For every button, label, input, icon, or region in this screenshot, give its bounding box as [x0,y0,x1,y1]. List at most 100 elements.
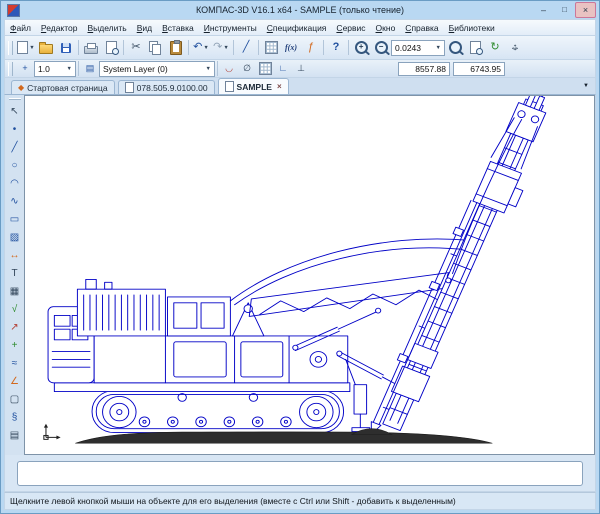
tool-reports-button[interactable]: ▤ [5,427,24,445]
zoom-fit-icon [470,41,481,54]
tool-editing-button[interactable]: + [5,337,24,355]
hatch-icon: ▨ [10,233,19,243]
local-cs-button[interactable]: ∟ [274,60,292,77]
cut-button[interactable]: ✂ [126,38,146,58]
coord-x-value: 8557.88 [415,64,446,74]
menu-item-editor[interactable]: Редактор [36,22,83,34]
menu-item-insert[interactable]: Вставка [157,22,199,34]
cursor-step-icon: + [22,64,27,73]
parametrization-icon: ≈ [12,359,18,369]
menu-item-view[interactable]: Вид [132,22,157,34]
tool-dimensions-button[interactable]: ↔ [5,247,24,265]
tool-point-button[interactable]: • [5,121,24,139]
editing-icon: + [12,341,18,351]
tab-start-page[interactable]: ◆Стартовая страница [11,80,115,94]
tool-text-button[interactable]: T [5,265,24,283]
tab-drawing-078[interactable]: 078.505.9.0100.00 [118,80,215,94]
open-button[interactable] [36,38,56,58]
toolbar-grip[interactable] [8,62,13,76]
coord-x-field[interactable]: 8557.88 [398,62,450,76]
zoom-selected-button[interactable] [445,38,465,58]
paste-button[interactable] [166,38,186,58]
tool-circle-button[interactable]: ○ [5,157,24,175]
tab-sample[interactable]: SAMPLE× [218,78,289,94]
menu-item-file[interactable]: Файл [5,22,36,34]
zoom-out-button[interactable]: − [371,38,391,58]
no-snap-icon: ∅ [243,64,251,73]
grid-snap-button[interactable] [256,60,274,77]
copy-button[interactable] [146,38,166,58]
grid-icon [265,41,278,54]
menu-item-specification[interactable]: Спецификация [262,22,332,34]
drawing-canvas[interactable] [24,95,595,455]
zoom-in-button[interactable]: + [351,38,371,58]
tool-hatch-button[interactable]: ▨ [5,229,24,247]
refresh-button[interactable]: ↻ [485,38,505,58]
tool-line-button[interactable]: ╱ [5,139,24,157]
tool-measure-button[interactable]: ∠ [5,373,24,391]
layer-combo[interactable]: System Layer (0)▼ [99,61,215,77]
ortho-button[interactable]: ⊥ [292,60,310,77]
separator [348,40,349,55]
property-input[interactable] [17,461,583,486]
layers-manage-button[interactable]: ▤ [81,60,99,77]
new-document-button[interactable]: ▼ [16,38,36,58]
tool-specification-button[interactable]: § [5,409,24,427]
menu-item-service[interactable]: Сервис [331,22,370,34]
separator [217,61,218,76]
text-icon: T [11,269,17,279]
save-button[interactable] [56,38,76,58]
redo-button[interactable]: ↷▼ [211,38,231,58]
tool-designations-button[interactable]: ↗ [5,319,24,337]
tool-spline-button[interactable]: ∿ [5,193,24,211]
designation-icon: ↗ [10,323,18,333]
document-icon [225,81,234,92]
menu-item-libraries[interactable]: Библиотеки [444,22,500,34]
print-preview-button[interactable] [101,38,121,58]
pan-button[interactable] [505,38,525,58]
menu-item-tools[interactable]: Инструменты [199,22,262,34]
minimize-button[interactable]: – [533,2,554,18]
tool-rectangle-button[interactable]: ▭ [5,211,24,229]
tab-close-icon[interactable]: × [277,82,282,91]
tool-parametrization-button[interactable]: ≈ [5,355,24,373]
property-bar [4,455,596,492]
cut-icon: ✂ [131,42,140,53]
snaps-disable-button[interactable]: ∅ [238,60,256,77]
menu-item-help[interactable]: Справка [400,22,443,34]
tool-selection-frame-button[interactable]: ▢ [5,391,24,409]
cursor-step-combo[interactable]: 1.0▼ [34,61,76,77]
undo-icon: ↶ [193,42,202,53]
tab-list-dropdown-icon[interactable]: ▼ [583,83,589,89]
zoom-scale-combo[interactable]: 0.0243▼ [391,40,445,56]
tab-label: Стартовая страница [27,83,107,93]
help-mode-button[interactable]: ? [326,38,346,58]
maximize-button[interactable]: □ [554,2,575,18]
fx-variables-button[interactable]: f(x) [281,38,301,58]
maximize-icon: □ [562,6,567,14]
menu-item-select[interactable]: Выделить [83,22,132,34]
coord-y-field[interactable]: 6743.95 [453,62,505,76]
roughness-icon: √ [12,305,18,315]
separator [123,40,124,55]
print-button[interactable] [81,38,101,58]
toolbar-grip[interactable] [8,41,13,55]
fx-equation-button[interactable]: ƒ [301,38,321,58]
zoom-fit-button[interactable] [465,38,485,58]
panel-grip[interactable] [9,98,21,100]
tool-roughness-button[interactable]: √ [5,301,24,319]
standard-toolbar: ▼ ✂ ↶▼ ↷▼ ╱ f(x) ƒ ? + − 0.0243▼ ↻ [4,35,596,59]
cursor-step-button[interactable]: + [16,60,34,77]
tool-table-button[interactable]: ▦ [5,283,24,301]
tool-select-button[interactable]: ↖ [5,103,24,121]
undo-button[interactable]: ↶▼ [191,38,211,58]
snap-magnet-icon: ◡ [225,64,233,73]
tool-arc-button[interactable]: ◠ [5,175,24,193]
copy-properties-button[interactable]: ╱ [236,38,256,58]
menu-item-window[interactable]: Окно [371,22,401,34]
coord-y-value: 6743.95 [470,64,501,74]
close-button[interactable]: × [575,2,596,18]
snap-settings-button[interactable]: ◡ [220,60,238,77]
title-bar: КОМПАС-3D V16.1 x64 - SAMPLE (только чте… [4,1,596,19]
grid-toggle-button[interactable] [261,38,281,58]
